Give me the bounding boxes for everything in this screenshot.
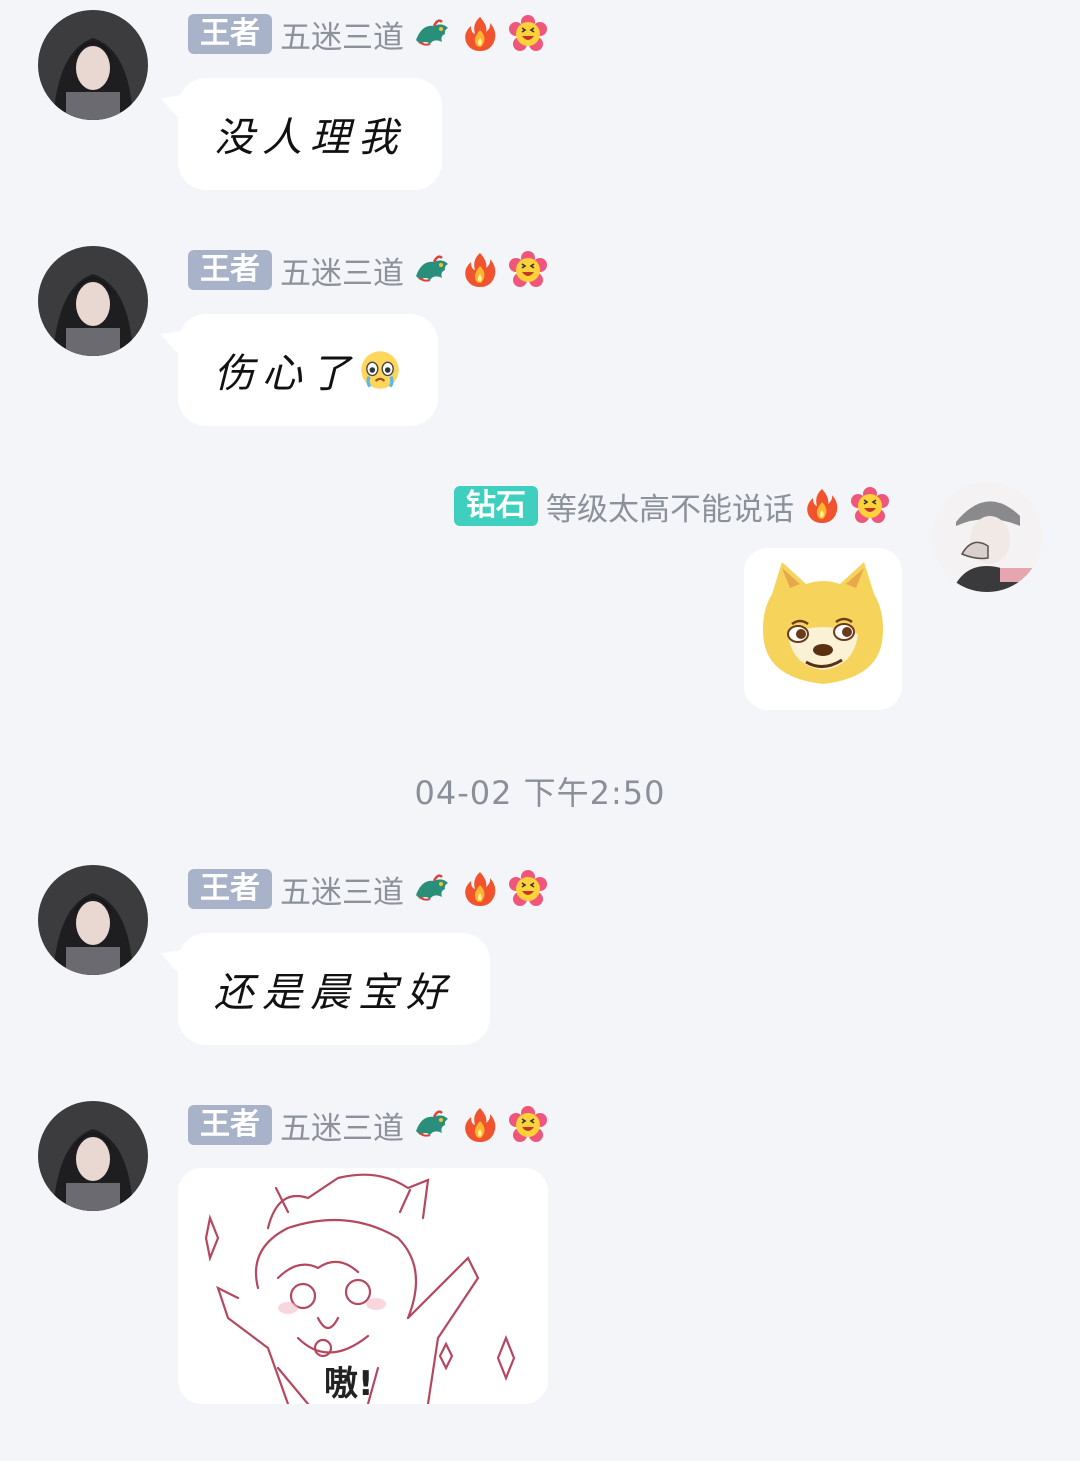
sender-meta: 王者 五迷三道 (188, 12, 548, 56)
avatar[interactable] (38, 246, 148, 356)
fire-icon (460, 1105, 500, 1145)
fire-icon (460, 250, 500, 290)
avatar[interactable] (38, 1101, 148, 1211)
flower-smile-icon (508, 869, 548, 909)
text-bubble[interactable]: 没人理我 (178, 78, 442, 190)
rank-badge: 钻石 (454, 486, 538, 526)
crying-face-icon (358, 348, 402, 392)
avatar[interactable] (38, 10, 148, 120)
sender-nickname[interactable]: 五迷三道 (280, 1103, 404, 1148)
sticker-bubble[interactable]: 嗷! (178, 1168, 548, 1404)
dragon-icon (412, 14, 452, 54)
sticker-bubble[interactable] (744, 548, 902, 710)
fire-icon (460, 14, 500, 54)
sender-nickname[interactable]: 五迷三道 (280, 12, 404, 57)
rank-badge: 王者 (188, 14, 272, 54)
text-bubble[interactable]: 还是晨宝好 (178, 933, 490, 1045)
avatar[interactable] (38, 865, 148, 975)
flower-smile-icon (508, 1105, 548, 1145)
dragon-icon (412, 250, 452, 290)
message-text: 还是晨宝好 (214, 970, 454, 1016)
sender-meta: 钻石 等级太高不能说话 (454, 484, 890, 528)
rank-badge: 王者 (188, 250, 272, 290)
message-text: 伤心了 (214, 351, 358, 397)
message-text: 没人理我 (214, 115, 406, 161)
flower-smile-icon (850, 486, 890, 526)
fire-icon (460, 869, 500, 909)
sender-nickname[interactable]: 五迷三道 (280, 867, 404, 912)
dragon-icon (412, 869, 452, 909)
sender-nickname[interactable]: 五迷三道 (280, 248, 404, 293)
text-bubble[interactable]: 伤心了 (178, 314, 438, 426)
dragon-icon (412, 1105, 452, 1145)
sticker-caption: 嗷! (324, 1364, 374, 1404)
fire-icon (802, 486, 842, 526)
sender-meta: 王者 五迷三道 (188, 248, 548, 292)
rank-badge: 王者 (188, 869, 272, 909)
avatar[interactable] (932, 482, 1042, 592)
timestamp: 04-02 下午2:50 (414, 774, 666, 812)
flower-smile-icon (508, 14, 548, 54)
doge-sticker (744, 548, 902, 710)
sender-meta: 王者 五迷三道 (188, 1103, 548, 1147)
sender-meta: 王者 五迷三道 (188, 867, 548, 911)
sender-nickname[interactable]: 等级太高不能说话 (546, 484, 794, 529)
flower-smile-icon (508, 250, 548, 290)
rank-badge: 王者 (188, 1105, 272, 1145)
